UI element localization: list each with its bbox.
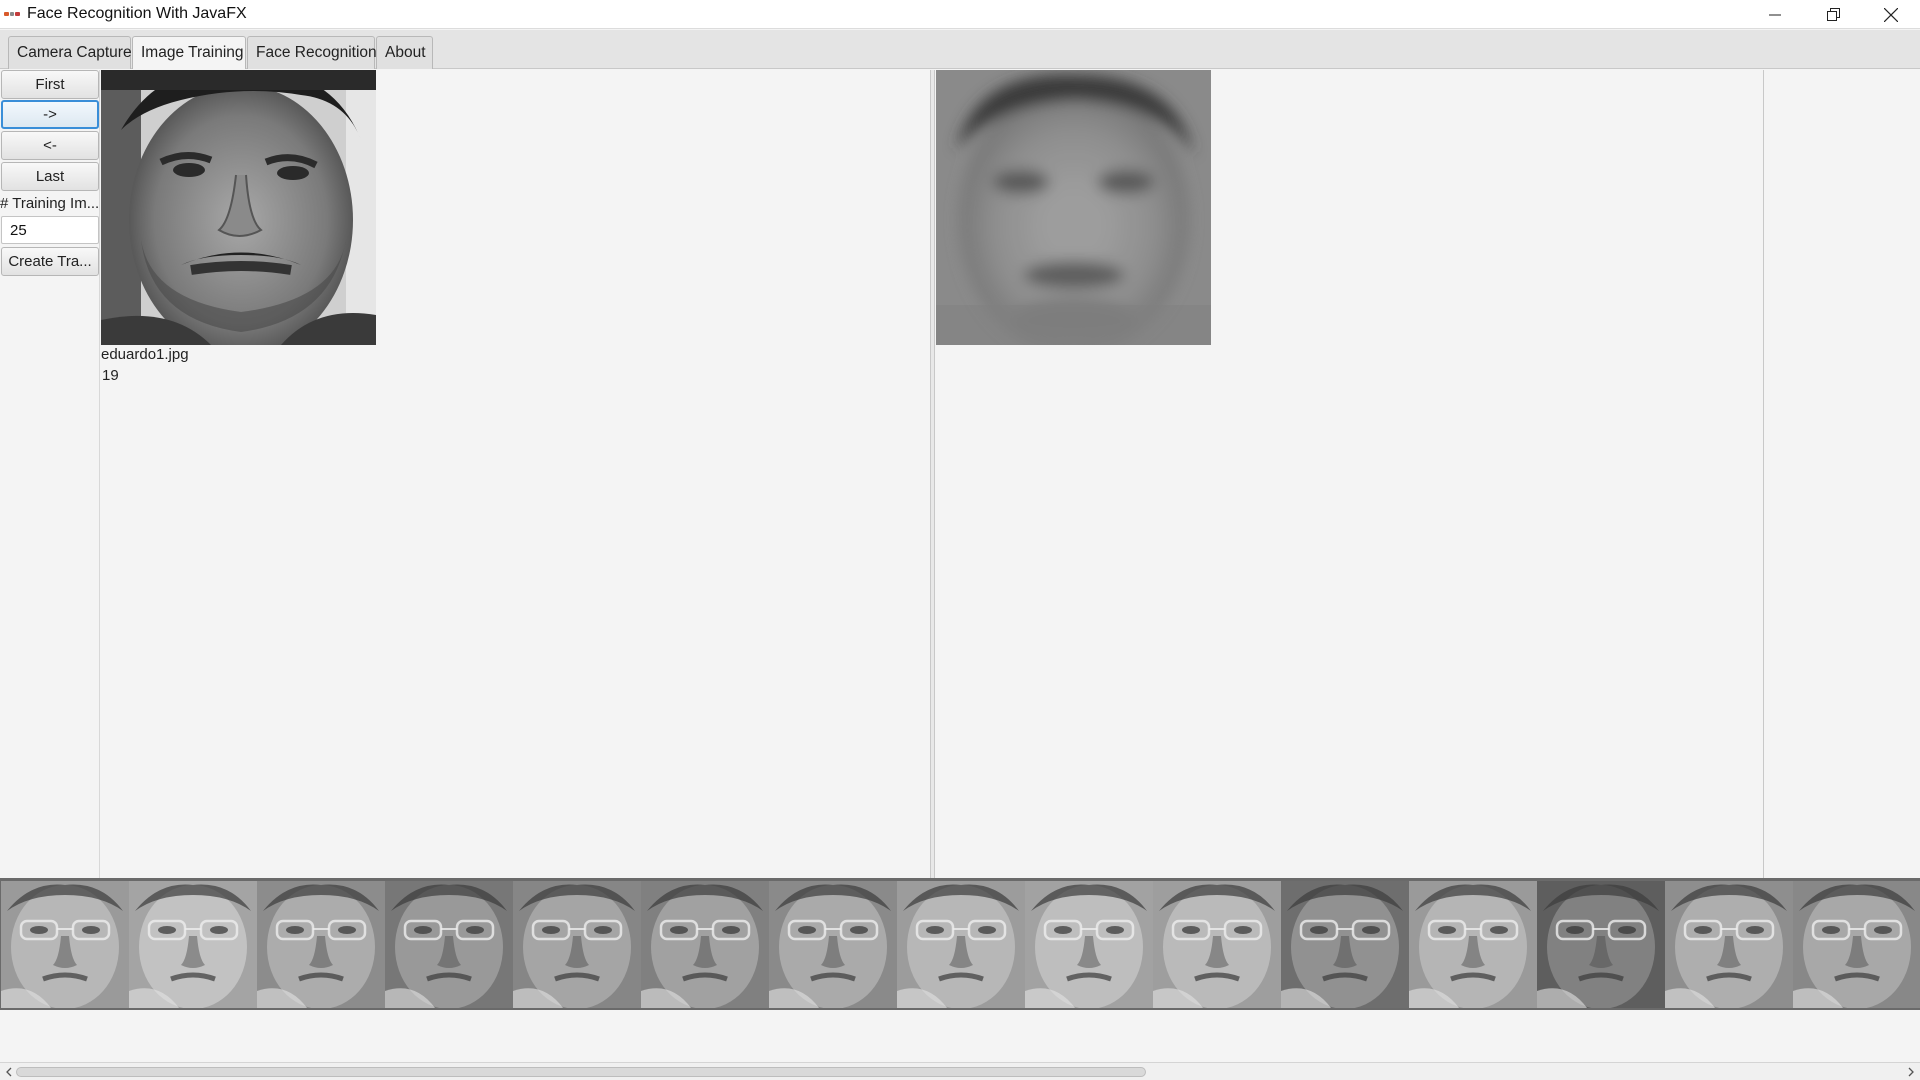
eigenface-thumbnail bbox=[1537, 881, 1665, 1008]
image-filename: eduardo1.jpg bbox=[101, 346, 189, 363]
window-title: Face Recognition With JavaFX bbox=[27, 5, 247, 22]
eigenface-thumbnail bbox=[1025, 881, 1153, 1008]
minimize-button[interactable] bbox=[1746, 0, 1804, 29]
training-face-image bbox=[101, 70, 376, 345]
training-count-label: # Training Im... bbox=[0, 195, 100, 212]
eigenface-thumbnail bbox=[257, 881, 385, 1008]
split-pane-divider[interactable] bbox=[931, 70, 935, 878]
restore-icon bbox=[1826, 8, 1840, 21]
eigenface-thumbnail bbox=[1153, 881, 1281, 1008]
tab-label: Face Recognition bbox=[256, 44, 377, 61]
title-bar: Face Recognition With JavaFX bbox=[0, 0, 1920, 29]
eigenface-thumbnail bbox=[129, 881, 257, 1008]
scroll-right-icon[interactable] bbox=[1904, 1065, 1918, 1079]
eigenface-thumbnail bbox=[513, 881, 641, 1008]
horizontal-scrollbar[interactable] bbox=[0, 1062, 1920, 1080]
tab-label: Camera Capture bbox=[17, 44, 132, 61]
create-training-button[interactable]: Create Tra... bbox=[1, 247, 99, 276]
restore-button[interactable] bbox=[1804, 0, 1862, 29]
eigenface-thumbnail bbox=[1665, 881, 1793, 1008]
eigenface-thumbnail bbox=[1, 881, 129, 1008]
tab-face-recognition[interactable]: Face Recognition bbox=[247, 36, 377, 69]
close-icon bbox=[1884, 7, 1898, 22]
app-icon bbox=[4, 10, 21, 19]
eigenface-strip bbox=[0, 878, 1920, 1010]
side-blank-pane bbox=[1765, 70, 1920, 878]
training-controls-panel: First -> <- Last # Training Im... 25 Cre… bbox=[0, 70, 100, 878]
average-face-pane bbox=[936, 70, 1764, 878]
eigenface-thumbnail bbox=[641, 881, 769, 1008]
tab-image-training[interactable]: Image Training bbox=[132, 36, 246, 69]
eigenface-thumbnail bbox=[1793, 881, 1920, 1008]
strip-spacer bbox=[0, 1010, 1920, 1062]
tab-bar: Camera Capture Image Training Face Recog… bbox=[0, 30, 1920, 69]
eigenface-thumbnail bbox=[897, 881, 1025, 1008]
close-button[interactable] bbox=[1862, 0, 1920, 29]
scroll-left-icon[interactable] bbox=[2, 1065, 16, 1079]
tab-label: About bbox=[385, 44, 426, 61]
eigenface-thumbnail bbox=[1281, 881, 1409, 1008]
eigenface-thumbnail bbox=[1409, 881, 1537, 1008]
scrollbar-thumb[interactable] bbox=[16, 1067, 1146, 1077]
tab-label: Image Training bbox=[141, 44, 244, 61]
training-count-input[interactable]: 25 bbox=[1, 216, 99, 244]
image-index: 19 bbox=[102, 367, 119, 384]
previous-button[interactable]: <- bbox=[1, 131, 99, 160]
tab-about[interactable]: About bbox=[376, 36, 433, 69]
eigenface-thumbnail bbox=[769, 881, 897, 1008]
next-button[interactable]: -> bbox=[1, 100, 99, 129]
training-image-pane: eduardo1.jpg 19 bbox=[101, 70, 931, 878]
first-button[interactable]: First bbox=[1, 70, 99, 99]
minimize-icon bbox=[1769, 14, 1781, 15]
average-face-image bbox=[936, 70, 1211, 345]
tab-camera-capture[interactable]: Camera Capture bbox=[8, 36, 132, 69]
eigenface-thumbnail bbox=[385, 881, 513, 1008]
last-button[interactable]: Last bbox=[1, 162, 99, 191]
